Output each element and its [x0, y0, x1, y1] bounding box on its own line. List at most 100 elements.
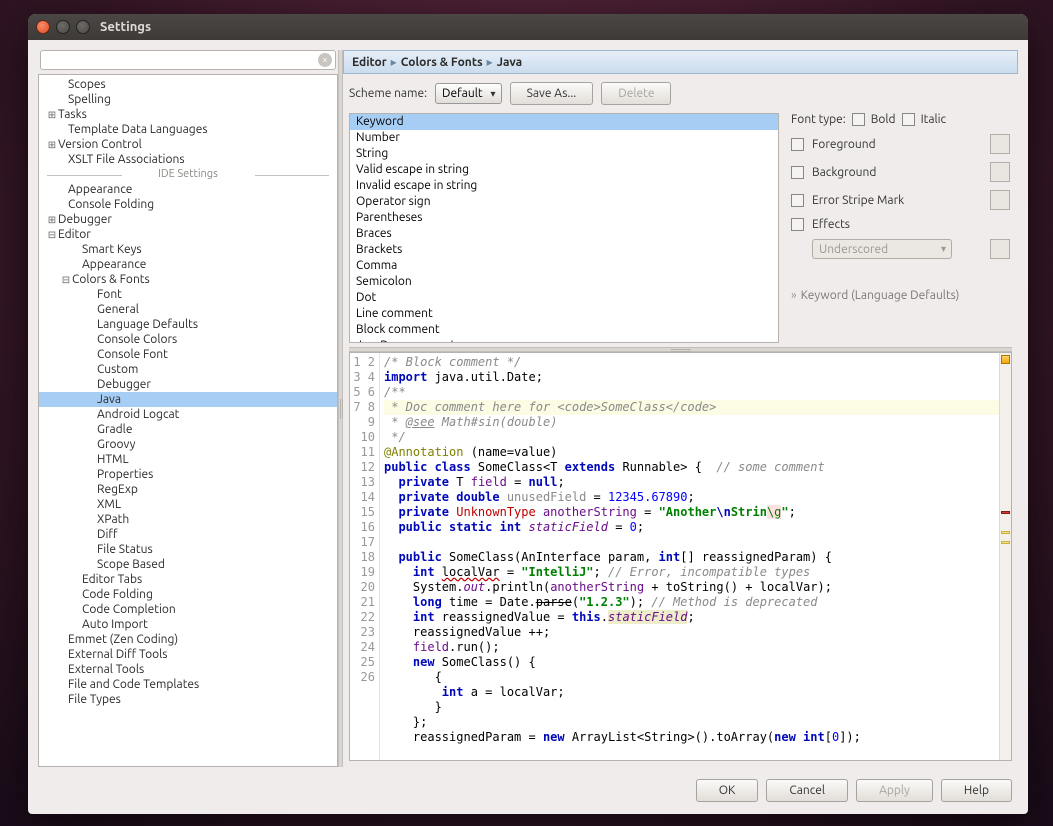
code-preview[interactable]: 1 2 3 4 5 6 7 8 9 10 11 12 13 14 15 16 1…: [349, 352, 1012, 761]
tree-item[interactable]: ⊟Colors & Fonts: [39, 272, 337, 287]
breadcrumb-item[interactable]: Colors & Fonts: [401, 56, 483, 69]
tree-item[interactable]: Language Defaults: [39, 317, 337, 332]
tree-item[interactable]: Android Logcat: [39, 407, 337, 422]
tree-item[interactable]: Appearance: [39, 182, 337, 197]
error-stripe-swatch[interactable]: [990, 190, 1010, 210]
token-item[interactable]: Brackets: [350, 242, 778, 258]
warning-marker[interactable]: [1001, 531, 1010, 534]
error-stripe[interactable]: [999, 353, 1011, 760]
tree-item[interactable]: File Status: [39, 542, 337, 557]
tree-item[interactable]: XSLT File Associations: [39, 152, 337, 167]
tree-item[interactable]: Appearance: [39, 257, 337, 272]
settings-tree[interactable]: ScopesSpelling⊞TasksTemplate Data Langua…: [38, 74, 338, 767]
tree-item[interactable]: XPath: [39, 512, 337, 527]
tree-item[interactable]: Properties: [39, 467, 337, 482]
scheme-dropdown[interactable]: Default: [435, 83, 502, 104]
tree-item[interactable]: XML: [39, 497, 337, 512]
tree-item[interactable]: ⊞Debugger: [39, 212, 337, 227]
token-item[interactable]: Comma: [350, 258, 778, 274]
effects-swatch[interactable]: [990, 239, 1010, 259]
tree-item[interactable]: General: [39, 302, 337, 317]
ok-button[interactable]: OK: [696, 779, 759, 802]
tree-item[interactable]: Font: [39, 287, 337, 302]
token-item[interactable]: Braces: [350, 226, 778, 242]
effects-label: Effects: [812, 218, 850, 231]
tree-item[interactable]: Console Folding: [39, 197, 337, 212]
tree-item[interactable]: Java: [39, 392, 337, 407]
breadcrumb-item[interactable]: Editor: [352, 56, 387, 69]
tree-item[interactable]: Editor Tabs: [39, 572, 337, 587]
tree-item[interactable]: HTML: [39, 452, 337, 467]
tree-item[interactable]: Scopes: [39, 77, 337, 92]
vertical-splitter[interactable]: [338, 50, 343, 767]
chevron-right-icon: »: [791, 289, 797, 302]
foreground-checkbox[interactable]: [791, 138, 804, 151]
tree-item[interactable]: Code Completion: [39, 602, 337, 617]
minimize-icon[interactable]: [56, 20, 70, 34]
tree-item[interactable]: Smart Keys: [39, 242, 337, 257]
background-label: Background: [812, 166, 876, 179]
token-item[interactable]: Line comment: [350, 306, 778, 322]
tree-item[interactable]: File and Code Templates: [39, 677, 337, 692]
token-item[interactable]: String: [350, 146, 778, 162]
cancel-button[interactable]: Cancel: [766, 779, 848, 802]
tree-item[interactable]: ⊞Version Control: [39, 137, 337, 152]
tree-item[interactable]: Auto Import: [39, 617, 337, 632]
tree-item[interactable]: Debugger: [39, 377, 337, 392]
token-item[interactable]: Operator sign: [350, 194, 778, 210]
tree-item[interactable]: Spelling: [39, 92, 337, 107]
token-item[interactable]: Number: [350, 130, 778, 146]
tree-item[interactable]: Gradle: [39, 422, 337, 437]
token-item[interactable]: Keyword: [350, 114, 778, 130]
tree-item[interactable]: Custom: [39, 362, 337, 377]
tree-item[interactable]: Code Folding: [39, 587, 337, 602]
warning-marker[interactable]: [1001, 541, 1010, 544]
tree-item[interactable]: File Types: [39, 692, 337, 707]
italic-checkbox[interactable]: [902, 113, 915, 126]
settings-window: Settings × ScopesSpelling⊞TasksTemplate …: [28, 14, 1028, 814]
tree-item[interactable]: Emmet (Zen Coding): [39, 632, 337, 647]
italic-label: Italic: [921, 113, 947, 126]
effects-checkbox[interactable]: [791, 218, 804, 231]
tree-item[interactable]: Diff: [39, 527, 337, 542]
token-item[interactable]: Invalid escape in string: [350, 178, 778, 194]
code-area: /* Block comment */ import java.util.Dat…: [380, 353, 999, 760]
tree-item[interactable]: Console Colors: [39, 332, 337, 347]
tree-item[interactable]: RegExp: [39, 482, 337, 497]
token-item[interactable]: Dot: [350, 290, 778, 306]
save-as-button[interactable]: Save As...: [510, 82, 594, 105]
search-input[interactable]: [40, 50, 336, 70]
clear-icon[interactable]: ×: [318, 53, 332, 67]
background-checkbox[interactable]: [791, 166, 804, 179]
help-button[interactable]: Help: [941, 779, 1012, 802]
foreground-swatch[interactable]: [990, 134, 1010, 154]
error-marker[interactable]: [1001, 511, 1010, 514]
tree-item[interactable]: Scope Based: [39, 557, 337, 572]
token-list[interactable]: KeywordNumberStringValid escape in strin…: [349, 113, 779, 343]
tree-item[interactable]: Template Data Languages: [39, 122, 337, 137]
tree-separator: IDE Settings: [39, 167, 337, 182]
token-item[interactable]: Semicolon: [350, 274, 778, 290]
token-item[interactable]: JavaDoc comment: [350, 338, 778, 343]
token-item[interactable]: Valid escape in string: [350, 162, 778, 178]
tree-item[interactable]: External Diff Tools: [39, 647, 337, 662]
foreground-label: Foreground: [812, 138, 876, 151]
close-icon[interactable]: [36, 20, 50, 34]
token-item[interactable]: Block comment: [350, 322, 778, 338]
bold-label: Bold: [871, 113, 896, 126]
tree-item[interactable]: ⊞Tasks: [39, 107, 337, 122]
titlebar[interactable]: Settings: [28, 14, 1028, 40]
inherit-note[interactable]: »Keyword (Language Defaults): [791, 289, 1010, 302]
font-type-label: Font type:: [791, 113, 846, 126]
tree-item[interactable]: Groovy: [39, 437, 337, 452]
error-stripe-checkbox[interactable]: [791, 194, 804, 207]
tree-item[interactable]: External Tools: [39, 662, 337, 677]
token-item[interactable]: Parentheses: [350, 210, 778, 226]
tree-item[interactable]: ⊟Editor: [39, 227, 337, 242]
analysis-marker[interactable]: [1001, 355, 1010, 364]
background-swatch[interactable]: [990, 162, 1010, 182]
tree-item[interactable]: Console Font: [39, 347, 337, 362]
breadcrumb-item[interactable]: Java: [497, 56, 522, 69]
bold-checkbox[interactable]: [852, 113, 865, 126]
maximize-icon[interactable]: [76, 20, 90, 34]
